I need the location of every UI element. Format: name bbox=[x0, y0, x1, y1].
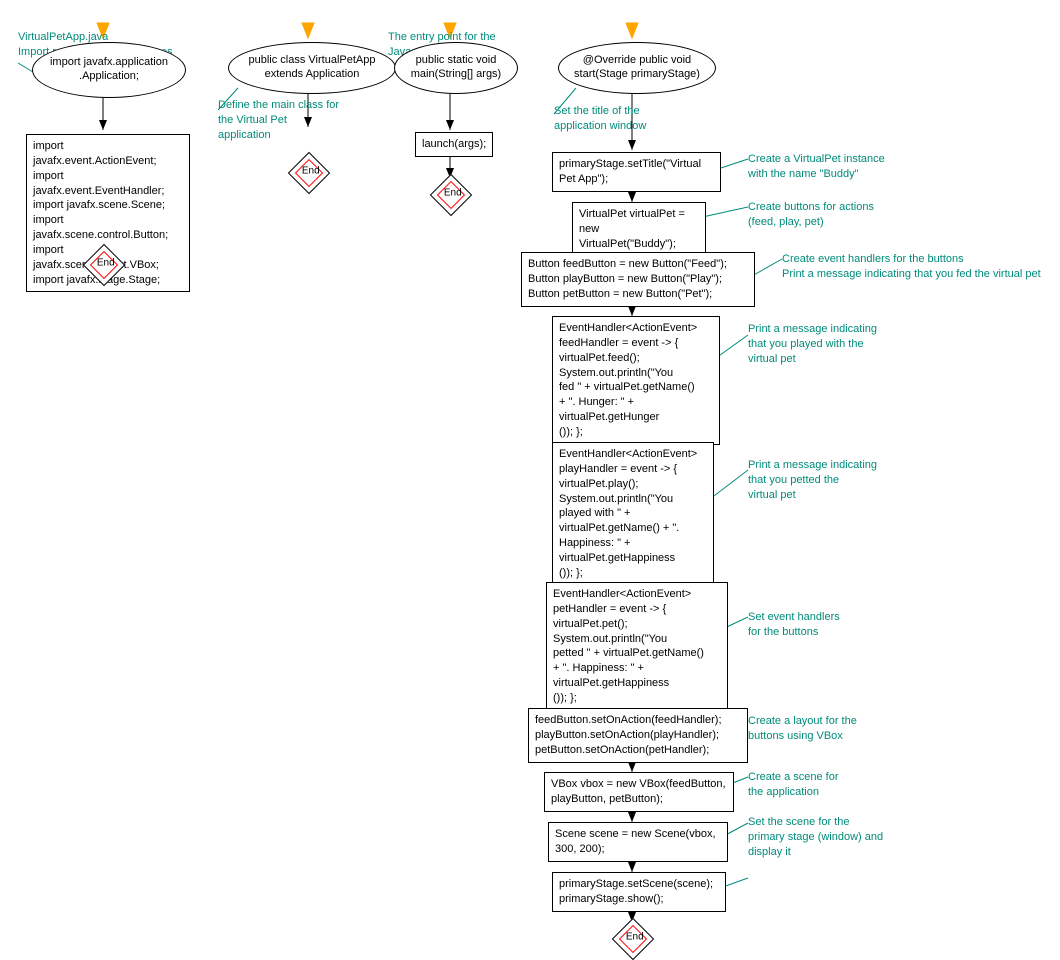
box-launch: launch(args); bbox=[415, 132, 493, 157]
end-label-flow1: End bbox=[92, 258, 120, 269]
end-flow3: End bbox=[430, 174, 472, 216]
annot-played: Print a message indicating that you play… bbox=[748, 322, 877, 367]
box-buttons: Button feedButton = new Button("Feed"); … bbox=[521, 252, 755, 307]
box-setscene: primaryStage.setScene(scene); primarySta… bbox=[552, 872, 726, 912]
ellipse-start: @Override public void start(Stage primar… bbox=[558, 42, 716, 94]
annot-buttons: Create buttons for actions (feed, play, … bbox=[748, 200, 874, 230]
annot-vbox: Create a layout for the buttons using VB… bbox=[748, 714, 857, 744]
box-scene: Scene scene = new Scene(vbox, 300, 200); bbox=[548, 822, 728, 862]
annot-virtualpet: Create a VirtualPet instance with the na… bbox=[748, 152, 885, 182]
annot-sethandlers: Set event handlers for the buttons bbox=[748, 610, 840, 640]
annot-scene: Create a scene for the application bbox=[748, 770, 839, 800]
ellipse-main: public static void main(String[] args) bbox=[394, 42, 518, 94]
end-label-flow2: End bbox=[297, 166, 325, 177]
ellipse-class-decl: public class VirtualPetApp extends Appli… bbox=[228, 42, 396, 94]
annot-handlers: Create event handlers for the buttons Pr… bbox=[782, 252, 1041, 282]
annot-flow2: Define the main class for the Virtual Pe… bbox=[218, 98, 339, 143]
end-label-flow4: End bbox=[621, 932, 649, 943]
annot-setscene: Set the scene for the primary stage (win… bbox=[748, 815, 883, 860]
box-settitle: primaryStage.setTitle("Virtual Pet App")… bbox=[552, 152, 721, 192]
box-vbox: VBox vbox = new VBox(feedButton, playBut… bbox=[544, 772, 734, 812]
end-label-flow3: End bbox=[439, 188, 467, 199]
box-virtualpet: VirtualPet virtualPet = new VirtualPet("… bbox=[572, 202, 706, 257]
ellipse-import-app: import javafx.application .Application; bbox=[32, 42, 186, 98]
annot-petted: Print a message indicating that you pett… bbox=[748, 458, 877, 503]
annot-settitle: Set the title of the application window bbox=[554, 104, 646, 134]
box-feedhandler: EventHandler<ActionEvent> feedHandler = … bbox=[552, 316, 720, 445]
end-flow2: End bbox=[288, 152, 330, 194]
box-setonaction: feedButton.setOnAction(feedHandler); pla… bbox=[528, 708, 748, 763]
end-flow4: End bbox=[612, 918, 654, 960]
box-playhandler: EventHandler<ActionEvent> playHandler = … bbox=[552, 442, 714, 586]
box-pethandler: EventHandler<ActionEvent> petHandler = e… bbox=[546, 582, 728, 711]
